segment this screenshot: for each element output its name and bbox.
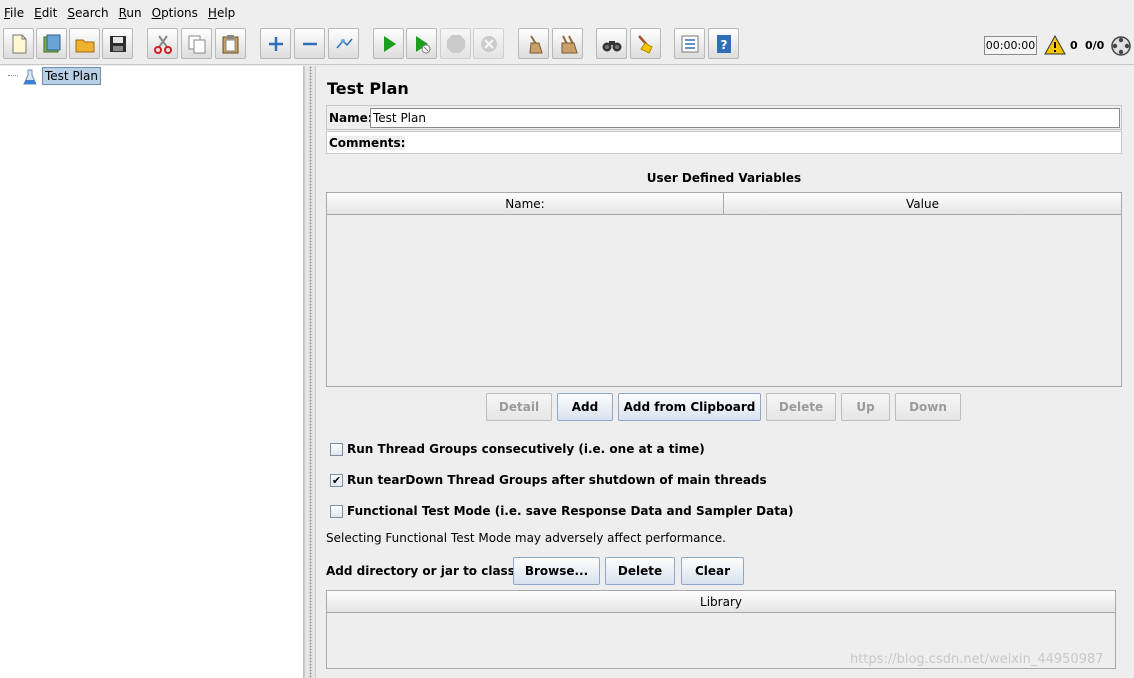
stop-icon [446, 34, 465, 53]
start-icon [383, 35, 396, 52]
active-thread-count: 0/0 [1085, 39, 1105, 52]
function-helper-icon [681, 35, 698, 52]
stop-button[interactable] [440, 28, 471, 59]
paste-icon [222, 34, 238, 53]
save-icon [109, 35, 126, 52]
teardown-after-shutdown-label: Run tearDown Thread Groups after shutdow… [347, 473, 767, 487]
test-plan-editor: Test Plan Name: Comments: User Defined V… [316, 66, 1134, 678]
option-teardown-after-shutdown[interactable]: ✔ Run tearDown Thread Groups after shutd… [330, 471, 767, 489]
user-defined-variables-title: User Defined Variables [646, 171, 802, 185]
comments-field[interactable]: Comments: [326, 131, 1122, 154]
clear-all-button[interactable] [552, 28, 583, 59]
functional-test-mode-label: Functional Test Mode (i.e. save Response… [347, 504, 794, 518]
menu-run[interactable]: Run [119, 6, 142, 20]
new-button[interactable] [3, 28, 34, 59]
menu-file[interactable]: File [4, 6, 24, 20]
reset-search-button[interactable] [630, 28, 661, 59]
watermark: https://blog.csdn.net/weixin_44950987 [850, 652, 1104, 667]
templates-icon [43, 34, 60, 52]
delete-variable-button[interactable]: Delete [766, 393, 836, 421]
warning-icon[interactable] [1044, 35, 1066, 55]
save-button[interactable] [102, 28, 133, 59]
tree-connector [8, 75, 18, 76]
name-label: Name: [329, 111, 373, 125]
user-defined-variables-table[interactable]: Name: Value [326, 192, 1122, 387]
option-run-consecutively[interactable]: Run Thread Groups consecutively (i.e. on… [330, 440, 705, 458]
browse-button[interactable]: Browse... [513, 557, 600, 585]
clear-all-icon [561, 35, 578, 53]
shutdown-button[interactable] [473, 28, 504, 59]
elapsed-timer: 00:00:00 [984, 36, 1037, 55]
add-from-clipboard-button[interactable]: Add from Clipboard [618, 393, 761, 421]
performance-note: Selecting Functional Test Mode may adver… [326, 531, 726, 545]
expand-icon [268, 36, 283, 51]
menu-options[interactable]: Options [152, 6, 198, 20]
menu-edit[interactable]: Edit [34, 6, 57, 20]
cut-icon [153, 34, 172, 54]
open-icon [75, 39, 94, 52]
toggle-icon [335, 38, 353, 48]
teardown-after-shutdown-checkbox[interactable]: ✔ [330, 473, 343, 487]
test-plan-tree: Test Plan [0, 66, 304, 678]
warning-count: 0 [1070, 39, 1078, 52]
page-title: Test Plan [327, 79, 409, 98]
flask-icon [23, 69, 37, 85]
clear-icon [528, 34, 543, 53]
copy-icon [188, 35, 205, 53]
cut-button[interactable] [147, 28, 178, 59]
run-consecutively-label: Run Thread Groups consecutively (i.e. on… [347, 442, 705, 456]
start-no-pauses-button[interactable] [406, 28, 437, 59]
start-button[interactable] [373, 28, 404, 59]
expand-all-button[interactable] [260, 28, 291, 59]
open-button[interactable] [69, 28, 100, 59]
start-no-pauses-icon [415, 35, 430, 53]
down-button[interactable]: Down [895, 393, 961, 421]
pane-splitter[interactable] [304, 66, 316, 678]
collapse-icon [302, 42, 317, 45]
menu-bar: File Edit Search Run Options Help [0, 0, 1134, 25]
clear-button[interactable] [518, 28, 549, 59]
clear-classpath-button[interactable]: Clear [681, 557, 744, 585]
search-icon [602, 40, 621, 51]
function-helper-button[interactable] [674, 28, 705, 59]
reset-search-icon [637, 34, 653, 54]
tree-node-test-plan[interactable]: Test Plan [42, 67, 101, 85]
help-icon: ? [716, 34, 731, 53]
detail-button[interactable]: Detail [486, 393, 552, 421]
option-functional-test-mode[interactable]: Functional Test Mode (i.e. save Response… [330, 502, 794, 520]
toolbar: ? 00:00:00 [0, 25, 1134, 65]
remote-status-icon[interactable] [1110, 35, 1132, 57]
menu-help[interactable]: Help [208, 6, 235, 20]
column-header-name[interactable]: Name: [327, 193, 724, 215]
svg-text:?: ? [720, 38, 727, 52]
shutdown-icon [480, 35, 497, 52]
functional-test-mode-checkbox[interactable] [330, 504, 343, 518]
run-consecutively-checkbox[interactable] [330, 442, 343, 456]
help-button[interactable]: ? [708, 28, 739, 59]
new-icon [12, 34, 26, 53]
paste-button[interactable] [215, 28, 246, 59]
search-button[interactable] [596, 28, 627, 59]
splitter-grip [309, 66, 312, 678]
templates-button[interactable] [36, 28, 67, 59]
name-field[interactable] [370, 108, 1120, 128]
collapse-all-button[interactable] [294, 28, 325, 59]
column-header-value[interactable]: Value [724, 193, 1121, 215]
name-row: Name: [326, 105, 1122, 130]
column-header-library[interactable]: Library [327, 591, 1115, 613]
menu-search[interactable]: Search [67, 6, 108, 20]
up-button[interactable]: Up [841, 393, 890, 421]
add-button[interactable]: Add [557, 393, 613, 421]
comments-label: Comments: [329, 136, 406, 150]
delete-classpath-button[interactable]: Delete [605, 557, 675, 585]
copy-button[interactable] [181, 28, 212, 59]
toggle-button[interactable] [328, 28, 359, 59]
